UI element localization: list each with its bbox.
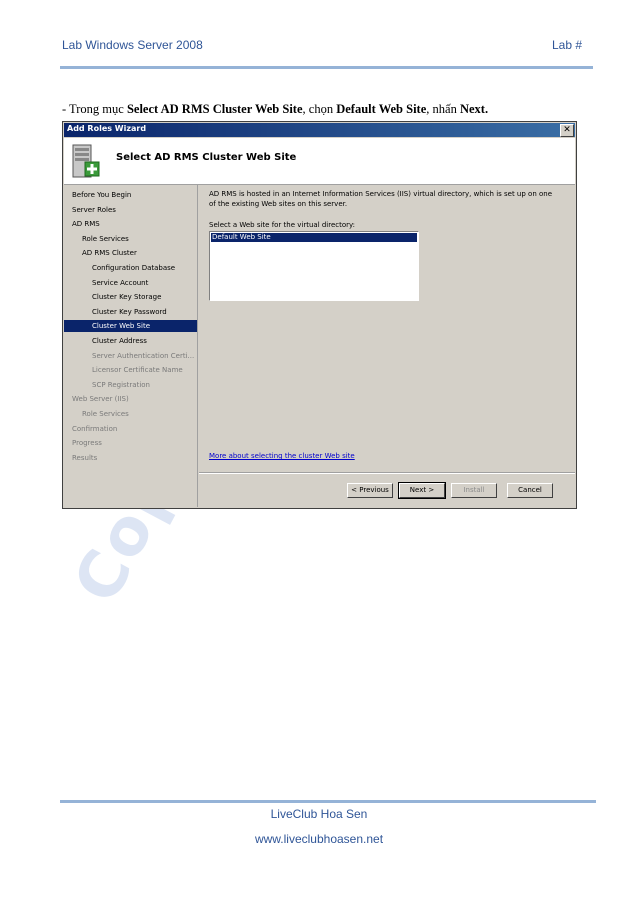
- cancel-button[interactable]: Cancel: [507, 483, 553, 498]
- list-item[interactable]: Default Web Site: [211, 233, 417, 242]
- more-info-link[interactable]: More about selecting the cluster Web sit…: [209, 452, 355, 460]
- web-site-listbox[interactable]: Default Web Site: [209, 231, 419, 301]
- nav-item-cluster-key-password[interactable]: Cluster Key Password: [64, 306, 197, 318]
- nav-item-cluster-key-storage[interactable]: Cluster Key Storage: [64, 291, 197, 303]
- nav-item-confirmation: Confirmation: [72, 424, 118, 433]
- wizard-page-title: Select AD RMS Cluster Web Site: [116, 152, 297, 163]
- nav-item-cluster-address[interactable]: Cluster Address: [64, 335, 197, 347]
- add-roles-wizard-window: Add Roles Wizard ✕ Select AD RMS Cluster…: [62, 121, 577, 509]
- nav-item-role-services[interactable]: Role Services: [64, 233, 197, 245]
- window-title: Add Roles Wizard: [67, 124, 147, 133]
- wizard-banner: Select AD RMS Cluster Web Site: [64, 138, 575, 185]
- previous-button[interactable]: < Previous: [347, 483, 393, 498]
- nav-item-cluster-web-site[interactable]: Cluster Web Site: [64, 320, 197, 333]
- close-icon: ✕: [563, 125, 571, 135]
- web-site-list-label: Select a Web site for the virtual direct…: [209, 221, 356, 229]
- nav-item-progress: Progress: [72, 439, 102, 448]
- nav-item-before-you-begin[interactable]: Before You Begin: [64, 189, 197, 201]
- close-button[interactable]: ✕: [560, 124, 574, 137]
- nav-item-configuration-database[interactable]: Configuration Database: [64, 262, 197, 274]
- nav-item-results: Results: [72, 453, 98, 462]
- description-text: AD RMS is hosted in an Internet Informat…: [209, 190, 553, 208]
- nav-item-ad-rms-cluster[interactable]: AD RMS Cluster: [64, 247, 197, 259]
- nav-item-licensor-certificate-name: Licensor Certificate Name: [92, 366, 183, 375]
- button-separator: [199, 472, 575, 474]
- wizard-content: AD RMS is hosted in an Internet Informat…: [199, 185, 575, 507]
- nav-item-role-services: Role Services: [82, 410, 129, 418]
- nav-item-scp-registration: SCP Registration: [92, 380, 150, 389]
- title-bar[interactable]: Add Roles Wizard ✕: [64, 123, 575, 137]
- server-add-icon: [72, 144, 100, 178]
- nav-item-server-roles[interactable]: Server Roles: [64, 204, 197, 216]
- nav-item-web-server-iis: Web Server (IIS): [72, 395, 129, 404]
- footer-rule: [60, 800, 596, 803]
- footer-club-name: LiveClub Hoa Sen: [270, 807, 368, 821]
- nav-item-service-account[interactable]: Service Account: [64, 277, 197, 289]
- next-button[interactable]: Next >: [398, 482, 446, 499]
- nav-item-ad-rms[interactable]: AD RMS: [64, 218, 197, 230]
- instruction-text: - Trong mục Select AD RMS Cluster Web Si…: [62, 102, 489, 116]
- page-header-title: Lab Windows Server 2008: [62, 38, 203, 52]
- footer-website: www.liveclubhoasen.net: [254, 832, 384, 846]
- header-rule: [60, 66, 593, 69]
- install-button: Install: [451, 483, 497, 498]
- wizard-navigation: Before You Begin Server Roles AD RMS Role S…: [64, 185, 198, 507]
- nav-item-server-authentication-certi: Server Authentication Certi...: [92, 351, 195, 360]
- page-header-lab: Lab #: [551, 38, 582, 52]
